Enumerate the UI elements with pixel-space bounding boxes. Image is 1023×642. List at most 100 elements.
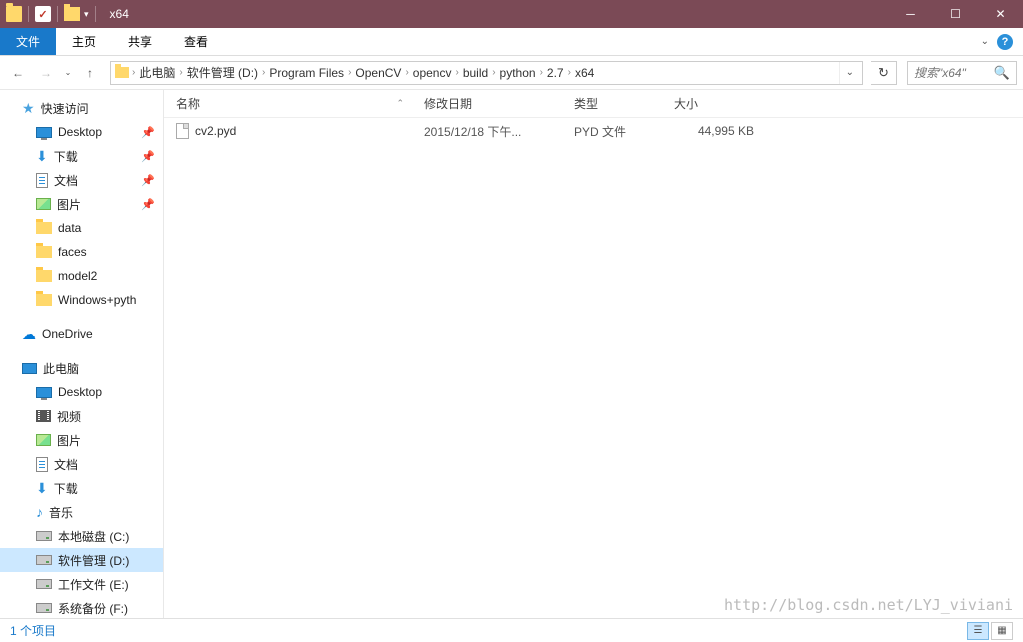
crumb-opencv[interactable]: OpenCV [352,62,404,84]
help-icon[interactable]: ? [997,34,1013,50]
file-icon [176,123,189,139]
sidebar-label: 图片 [57,196,81,213]
sidebar-label: Windows+pyth [58,293,136,307]
star-icon: ★ [22,100,35,117]
sidebar-model2[interactable]: model2 [0,264,163,288]
crumb-python[interactable]: python [497,62,539,84]
music-icon: ♪ [36,504,43,520]
search-input[interactable] [914,66,994,80]
maximize-button[interactable]: ☐ [933,0,978,28]
address-dropdown-icon[interactable]: ⌄ [839,62,860,84]
address-bar[interactable]: › 此电脑 › 软件管理 (D:) › Program Files › Open… [110,61,863,85]
sidebar-pc-videos[interactable]: 视频 [0,404,163,428]
sidebar-label: 音乐 [49,504,73,521]
back-button[interactable]: ← [6,61,30,85]
sidebar-label: Desktop [58,385,102,399]
folder-icon [36,270,52,282]
sidebar-label: 系统备份 (F:) [58,600,128,617]
sidebar-pc-music[interactable]: ♪ 音乐 [0,500,163,524]
file-type: PYD 文件 [574,123,674,140]
drive-icon [36,603,52,613]
pc-icon [22,363,37,374]
sidebar-label: 快速访问 [41,100,89,117]
drive-icon [36,555,52,565]
sidebar-drive-c[interactable]: 本地磁盘 (C:) [0,524,163,548]
column-size[interactable]: 大小 [674,95,774,112]
crumb-x64[interactable]: x64 [572,62,597,84]
column-type[interactable]: 类型 [574,95,674,112]
sidebar-label: model2 [58,269,97,283]
properties-icon[interactable]: ✓ [35,6,51,22]
tab-share[interactable]: 共享 [112,28,168,55]
crumb-27[interactable]: 2.7 [544,62,567,84]
sidebar-data[interactable]: data [0,216,163,240]
file-row[interactable]: cv2.pyd 2015/12/18 下午... PYD 文件 44,995 K… [164,120,1023,142]
file-list[interactable]: cv2.pyd 2015/12/18 下午... PYD 文件 44,995 K… [164,118,1023,618]
sidebar-label: 图片 [57,432,81,449]
sidebar-label: 下载 [54,148,78,165]
sidebar-this-pc[interactable]: 此电脑 [0,356,163,380]
crumb-opencv-sub[interactable]: opencv [410,62,455,84]
up-button[interactable]: ↑ [78,61,102,85]
sidebar-label: Desktop [58,125,102,139]
sidebar-drive-d[interactable]: 软件管理 (D:) [0,548,163,572]
forward-button[interactable]: → [34,61,58,85]
tab-file[interactable]: 文件 [0,28,56,55]
qat-customize-icon[interactable]: ▾ [84,9,89,20]
cloud-icon: ☁ [22,326,36,343]
new-folder-icon[interactable] [64,7,80,21]
sidebar-onedrive[interactable]: ☁OneDrive [0,322,163,346]
document-icon [36,457,48,472]
ribbon-collapse-icon[interactable]: ⌄ [981,36,989,47]
pin-icon: 📌 [141,150,155,163]
drive-icon [36,579,52,589]
picture-icon [36,434,51,446]
pin-icon: 📌 [141,174,155,187]
sidebar-pc-desktop[interactable]: Desktop [0,380,163,404]
sidebar-documents[interactable]: 文档📌 [0,168,163,192]
tab-view[interactable]: 查看 [168,28,224,55]
search-icon[interactable]: 🔍 [994,65,1010,81]
icons-view-button[interactable]: ▦ [991,622,1013,640]
desktop-icon [36,127,52,138]
folder-icon [36,222,52,234]
crumb-program-files[interactable]: Program Files [266,62,347,84]
sidebar-pc-pictures[interactable]: 图片 [0,428,163,452]
folder-icon [36,294,52,306]
sidebar-pictures[interactable]: 图片 📌 [0,192,163,216]
sidebar-windows-python[interactable]: Windows+pyth [0,288,163,312]
column-headers: 名称⌃ 修改日期 类型 大小 [164,90,1023,118]
sidebar-pc-downloads[interactable]: ⬇下载 [0,476,163,500]
window-title: x64 [110,7,129,21]
sidebar-label: 文档 [54,456,78,473]
recent-locations-icon[interactable]: ⌄ [62,68,74,77]
desktop-icon [36,387,52,398]
location-folder-icon[interactable] [113,64,131,82]
crumb-drive-d[interactable]: 软件管理 (D:) [184,62,261,84]
sidebar-label: 此电脑 [43,360,79,377]
sidebar-desktop[interactable]: Desktop📌 [0,120,163,144]
sidebar-downloads[interactable]: ⬇下载📌 [0,144,163,168]
pin-icon: 📌 [141,198,155,211]
crumb-this-pc[interactable]: 此电脑 [136,62,178,84]
column-date[interactable]: 修改日期 [424,95,574,112]
search-box[interactable]: 🔍 [907,61,1017,85]
sidebar-quick-access[interactable]: ★ 快速访问 [0,96,163,120]
tab-home[interactable]: 主页 [56,28,112,55]
column-name[interactable]: 名称⌃ [176,95,424,112]
details-view-button[interactable]: ☰ [967,622,989,640]
minimize-button[interactable]: ─ [888,0,933,28]
sidebar-pc-documents[interactable]: 文档 [0,452,163,476]
file-list-pane: 名称⌃ 修改日期 类型 大小 cv2.pyd 2015/12/18 下午... … [164,90,1023,618]
sidebar-drive-e[interactable]: 工作文件 (E:) [0,572,163,596]
sidebar-faces[interactable]: faces [0,240,163,264]
close-button[interactable]: ✕ [978,0,1023,28]
file-date: 2015/12/18 下午... [424,123,574,140]
refresh-button[interactable]: ↻ [871,61,897,85]
crumb-build[interactable]: build [460,62,491,84]
sidebar-drive-f[interactable]: 系统备份 (F:) [0,596,163,618]
download-icon: ⬇ [36,480,48,497]
ribbon-tabs: 文件 主页 共享 查看 ⌄ ? [0,28,1023,56]
video-icon [36,410,51,422]
app-folder-icon[interactable] [6,6,22,22]
